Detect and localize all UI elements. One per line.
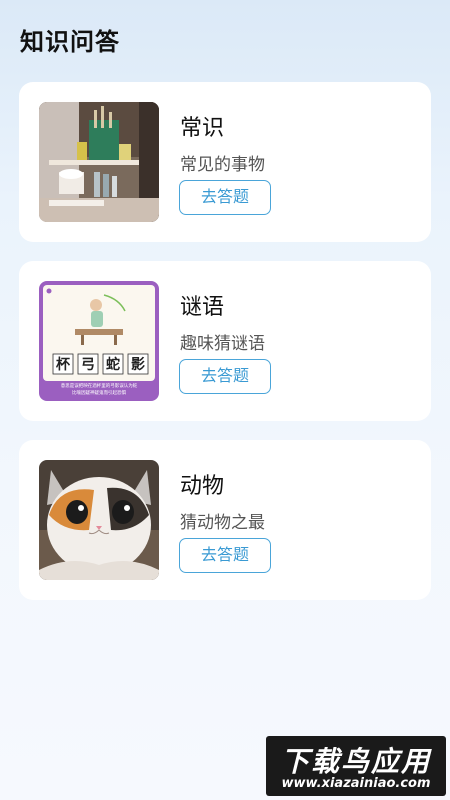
category-subtitle: 常见的事物 bbox=[180, 155, 265, 175]
idiom-char-4: 影 bbox=[131, 357, 145, 373]
riddle-caption-2: 比喻因疑神疑鬼而引起恐惧 bbox=[72, 389, 126, 396]
riddle-illustration-image: 杯 弓 蛇 影 意思是误把映在酒杯里的弓影误认为蛇 比喻因疑神疑鬼而引起恐惧 bbox=[39, 281, 159, 401]
idiom-char-2: 弓 bbox=[81, 357, 95, 373]
answer-button-riddle[interactable]: 去答题 bbox=[179, 359, 271, 394]
category-card-animal[interactable]: 动物 猜动物之最 去答题 bbox=[19, 440, 431, 600]
answer-button-animal[interactable]: 去答题 bbox=[179, 538, 271, 573]
answer-button-common-sense[interactable]: 去答题 bbox=[179, 180, 271, 215]
page-title: 知识问答 bbox=[20, 28, 120, 56]
category-title: 动物 bbox=[180, 474, 225, 499]
watermark-logo: 下载鸟应用 www.xiazainiao.com bbox=[266, 736, 446, 796]
watermark-text: 下载鸟应用 bbox=[280, 745, 431, 778]
riddle-caption-1: 意思是误把映在酒杯里的弓影误认为蛇 bbox=[61, 382, 138, 389]
category-card-common-sense[interactable]: 常识 常见的事物 去答题 bbox=[19, 82, 431, 242]
category-subtitle: 趣味猜谜语 bbox=[180, 334, 265, 354]
cat-photo-image bbox=[39, 460, 159, 580]
category-title: 常识 bbox=[180, 116, 225, 141]
category-subtitle: 猜动物之最 bbox=[180, 513, 265, 533]
category-title: 谜语 bbox=[180, 295, 225, 320]
idiom-char-3: 蛇 bbox=[106, 356, 120, 373]
shelf-photo-image bbox=[39, 102, 159, 222]
idiom-char-1: 杯 bbox=[56, 356, 71, 373]
category-card-riddle[interactable]: 杯 弓 蛇 影 意思是误把映在酒杯里的弓影误认为蛇 比喻因疑神疑鬼而引起恐惧 谜… bbox=[19, 261, 431, 421]
watermark-url: www.xiazainiao.com bbox=[281, 776, 431, 791]
